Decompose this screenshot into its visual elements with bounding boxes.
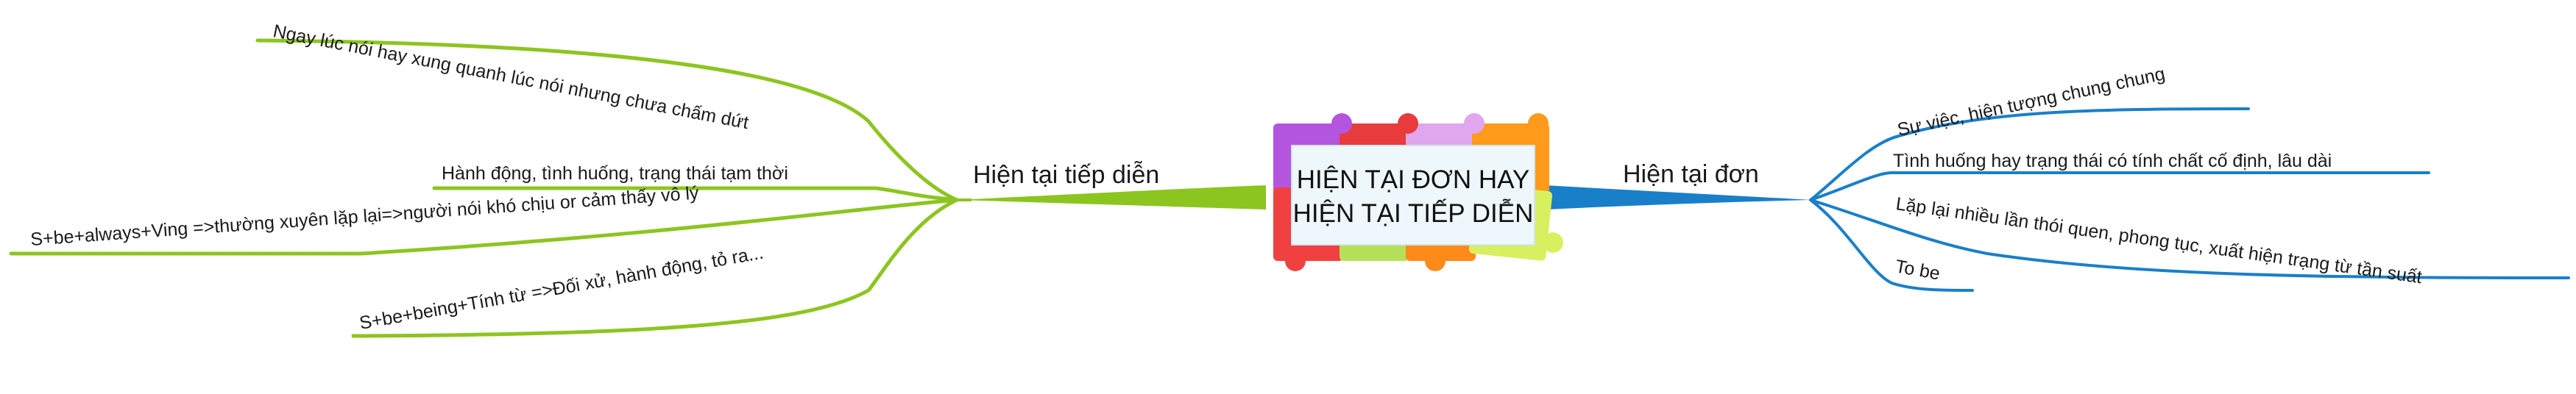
mind-map-canvas: HIỆN TẠI ĐƠN HAY HIỆN TẠI TIẾP DIỄN Hiện… <box>9 21 2570 338</box>
left-item-4: S+be+being+Tính từ =>Đối xử, hành động, … <box>358 243 765 334</box>
puzzle-nub-3 <box>1464 113 1485 134</box>
puzzle-nub-5 <box>1285 251 1306 271</box>
puzzle-nub-6 <box>1425 251 1446 271</box>
left-item-1: Ngay lúc nói hay xung quanh lúc nói nhưn… <box>272 21 751 133</box>
left-main-title: Hiện tại tiếp diễn <box>973 161 1159 189</box>
right-main-title: Hiện tại đơn <box>1623 160 1759 188</box>
puzzle-nub-4 <box>1528 113 1549 134</box>
right-main-branch <box>1546 185 1811 209</box>
center-title-line-2: HIỆN TẠI TIẾP DIỄN <box>1293 198 1534 228</box>
puzzle-nub-7 <box>1543 232 1563 253</box>
center-title-line-1: HIỆN TẠI ĐƠN HAY <box>1297 165 1530 194</box>
right-item-4: To be <box>1894 256 1942 284</box>
left-item-2: Hành động, tình huống, trạng thái tạm th… <box>442 163 788 184</box>
left-item-3: S+be+always+Ving =>thường xuyên lặp lại=… <box>29 183 699 250</box>
puzzle-nub-2 <box>1398 113 1418 134</box>
right-item-1: Sự việc, hiện tượng chung chung <box>1895 63 2167 140</box>
puzzle-nub-1 <box>1331 113 1352 134</box>
right-item-3: Lặp lại nhiều lần thói quen, phong tục, … <box>1894 193 2423 287</box>
center-card <box>1291 145 1535 246</box>
right-item-2: Tình huống hay trạng thái có tính chất c… <box>1893 151 2332 171</box>
